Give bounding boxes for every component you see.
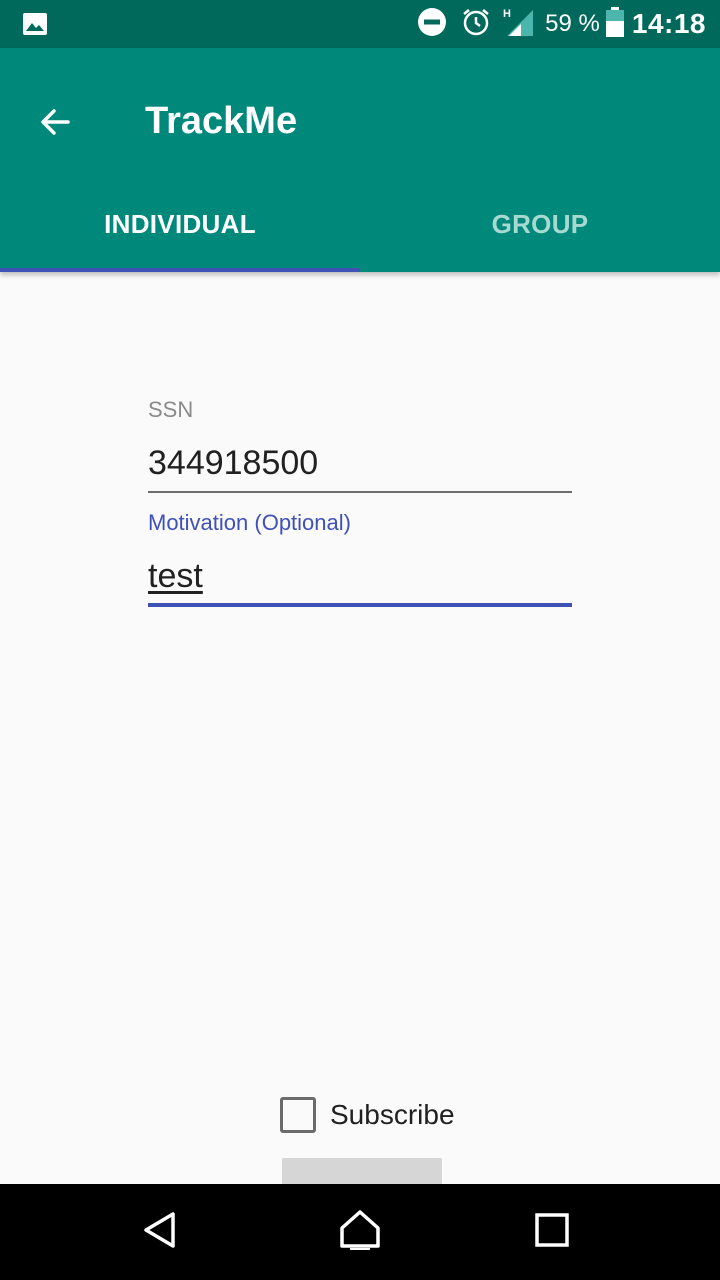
- motivation-value: test: [148, 557, 203, 595]
- tab-bar: INDIVIDUAL GROUP: [0, 176, 720, 272]
- nav-back-icon: [140, 1210, 180, 1255]
- motivation-label: Motivation (Optional): [148, 510, 351, 535]
- app-bar: TrackMe INDIVIDUAL GROUP: [0, 48, 720, 272]
- ssn-input[interactable]: 344918500: [148, 444, 572, 483]
- battery-icon: [605, 6, 624, 42]
- gallery-icon: [22, 12, 48, 36]
- nav-recents-button[interactable]: [522, 1202, 582, 1262]
- motivation-underline: [148, 603, 572, 607]
- status-icons: H 59 % 14:18: [417, 0, 706, 48]
- tab-individual-label: INDIVIDUAL: [104, 208, 256, 239]
- nav-recents-icon: [534, 1212, 570, 1253]
- alarm-icon: [461, 7, 491, 42]
- nav-home-icon: [338, 1208, 382, 1257]
- status-clock: 14:18: [631, 8, 706, 39]
- app-title: TrackMe: [145, 100, 298, 142]
- nav-home-button[interactable]: [330, 1202, 390, 1262]
- subscribe-row[interactable]: Subscribe: [280, 1096, 455, 1134]
- subscribe-label: Subscribe: [330, 1099, 455, 1130]
- tab-indicator: [0, 268, 360, 272]
- tab-individual[interactable]: INDIVIDUAL: [0, 176, 360, 272]
- ssn-label: SSN: [148, 397, 194, 422]
- status-bar: H 59 % 14:18: [0, 0, 720, 48]
- motivation-input[interactable]: test: [148, 557, 572, 596]
- subscribe-checkbox[interactable]: [280, 1097, 316, 1133]
- battery-percent: 59 %: [545, 10, 600, 37]
- ssn-value: 344918500: [148, 444, 319, 482]
- arrow-back-icon: [38, 104, 74, 145]
- navigation-bar: [0, 1184, 720, 1280]
- signal-icon: H: [503, 6, 535, 43]
- back-button[interactable]: [30, 98, 82, 150]
- nav-back-button[interactable]: [130, 1202, 190, 1262]
- tab-group[interactable]: GROUP: [360, 176, 720, 272]
- ssn-underline: [148, 491, 572, 493]
- do-not-disturb-icon: [417, 7, 447, 42]
- network-type-label: H: [503, 8, 511, 20]
- tab-group-label: GROUP: [491, 208, 589, 239]
